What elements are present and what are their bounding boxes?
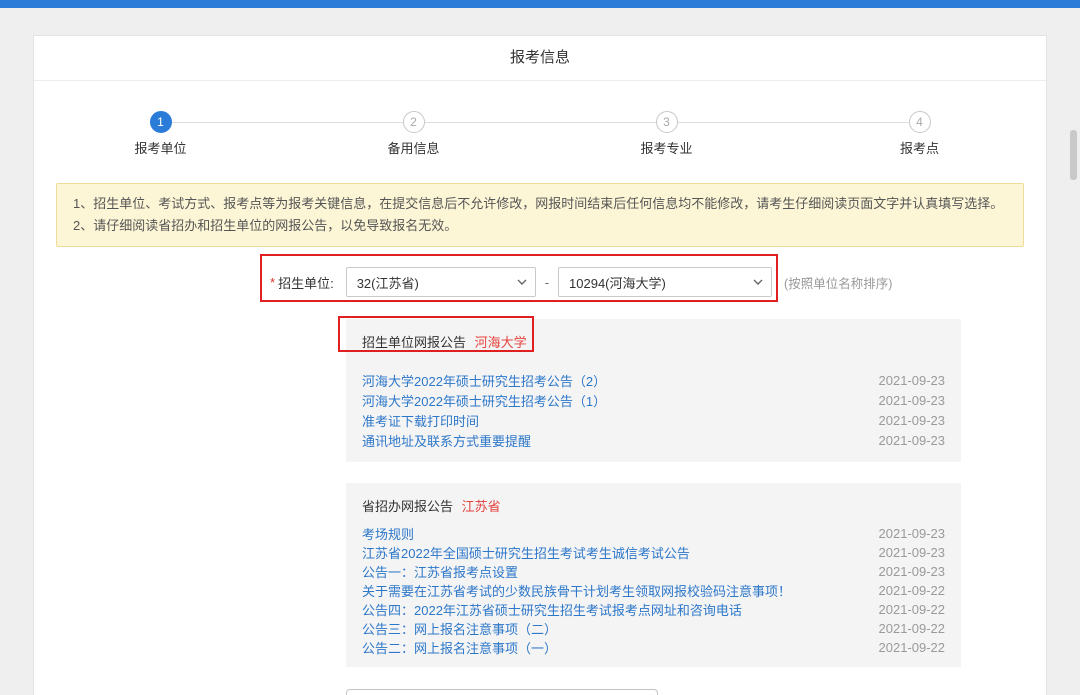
unit-select-value: 10294(河海大学) <box>569 275 666 291</box>
application-info-card: 报考信息 1 报考单位 2 备用信息 3 报考专业 4 报考点 1、招生单位、考… <box>33 35 1047 695</box>
list-item: 公告四：2022年江苏省硕士研究生招生考试报考点网址和咨询电话 2021-09-… <box>362 600 945 619</box>
list-item: 公告三：网上报名注意事项（二） 2021-09-22 <box>362 619 945 638</box>
notice-date: 2021-09-22 <box>878 621 946 636</box>
notice-link[interactable]: 公告四：2022年江苏省硕士研究生招生考试报考点网址和咨询电话 <box>362 600 742 619</box>
notice-date: 2021-09-23 <box>878 564 946 579</box>
list-item: 考场规则 2021-09-23 <box>362 524 945 543</box>
list-item: 准考证下载打印时间 2021-09-23 <box>362 410 945 430</box>
list-item: 公告一：江苏省报考点设置 2021-09-23 <box>362 562 945 581</box>
province-notices-panel: 省招办网报公告 江苏省 考场规则 2021-09-23 江苏省2022年全国硕士… <box>346 483 961 667</box>
sort-order-hint: (按照单位名称排序) <box>784 276 893 291</box>
notice-date: 2021-09-23 <box>878 526 946 541</box>
chevron-down-icon <box>517 279 527 285</box>
step-1-unit: 1 报考单位 <box>34 111 287 157</box>
list-item: 关于需要在江苏省考试的少数民族骨干计划考生领取网报校验码注意事项！ 2021-0… <box>362 581 945 600</box>
select-separator: - <box>544 274 550 290</box>
unit-notices-list: 河海大学2022年硕士研究生招考公告（2） 2021-09-23 河海大学202… <box>362 370 945 450</box>
notice-date: 2021-09-23 <box>878 432 946 448</box>
unit-select-label: 招生单位: <box>278 275 334 291</box>
list-item: 河海大学2022年硕士研究生招考公告（2） 2021-09-23 <box>362 370 945 390</box>
notice-link[interactable]: 公告二：网上报名注意事项（一） <box>362 638 557 657</box>
next-section-partial <box>346 689 658 695</box>
province-notices-title-text: 省招办网报公告 <box>362 499 454 514</box>
page: 报考信息 1 报考单位 2 备用信息 3 报考专业 4 报考点 1、招生单位、考… <box>0 0 1080 695</box>
step-2-backup-info: 2 备用信息 <box>287 111 540 157</box>
province-notices-title-highlight: 江苏省 <box>461 499 501 514</box>
notice-link[interactable]: 公告三：网上报名注意事项（二） <box>362 619 557 638</box>
unit-notices-title-text: 招生单位网报公告 <box>362 335 467 350</box>
notice-link[interactable]: 河海大学2022年硕士研究生招考公告（2） <box>362 371 606 390</box>
list-item: 通讯地址及联系方式重要提醒 2021-09-23 <box>362 430 945 450</box>
step-4-label: 报考点 <box>899 141 939 156</box>
notice-link[interactable]: 公告一：江苏省报考点设置 <box>362 562 518 581</box>
stepper: 1 报考单位 2 备用信息 3 报考专业 4 报考点 <box>34 111 1046 157</box>
step-3-label: 报考专业 <box>640 141 693 156</box>
province-notices-title: 省招办网报公告 江苏省 <box>362 497 945 516</box>
notice-date: 2021-09-23 <box>878 545 946 560</box>
list-item: 河海大学2022年硕士研究生招考公告（1） 2021-09-23 <box>362 390 945 410</box>
page-title: 报考信息 <box>34 36 1046 81</box>
notice-link[interactable]: 准考证下载打印时间 <box>362 411 479 430</box>
step-4-circle: 4 <box>908 111 931 133</box>
notice-link[interactable]: 关于需要在江苏省考试的少数民族骨干计划考生领取网报校验码注意事项！ <box>362 581 791 600</box>
unit-notices-title: 招生单位网报公告 河海大学 <box>362 333 945 352</box>
notice-date: 2021-09-22 <box>878 583 946 598</box>
province-select-value: 32(江苏省) <box>356 275 419 291</box>
top-bar <box>0 0 1080 8</box>
notice-line-1: 1、招生单位、考试方式、报考点等为报考关键信息，在提交信息后不允许修改，网报时间… <box>73 196 1004 211</box>
notice-link[interactable]: 通讯地址及联系方式重要提醒 <box>362 431 531 450</box>
required-mark: * <box>270 274 276 290</box>
province-notices-list: 考场规则 2021-09-23 江苏省2022年全国硕士研究生招生考试考生诚信考… <box>362 524 945 657</box>
notice-date: 2021-09-23 <box>878 372 946 388</box>
notice-link[interactable]: 考场规则 <box>362 524 414 543</box>
step-1-label: 报考单位 <box>134 141 187 156</box>
unit-notices-title-highlight: 河海大学 <box>474 335 527 350</box>
notice-line-2: 2、请仔细阅读省招办和招生单位的网报公告，以免导致报名无效。 <box>73 218 458 233</box>
notice-link[interactable]: 河海大学2022年硕士研究生招考公告（1） <box>362 391 606 410</box>
notice-box: 1、招生单位、考试方式、报考点等为报考关键信息，在提交信息后不允许修改，网报时间… <box>56 183 1024 247</box>
step-1-circle: 1 <box>149 111 172 133</box>
unit-form-row: * 招生单位: 32(江苏省) - 10294(河海大学) (按照单位名称排序) <box>34 267 1046 297</box>
chevron-down-icon <box>753 279 763 285</box>
scrollbar-thumb[interactable] <box>1070 130 1077 180</box>
list-item: 江苏省2022年全国硕士研究生招生考试考生诚信考试公告 2021-09-23 <box>362 543 945 562</box>
notice-date: 2021-09-23 <box>878 392 946 408</box>
notice-date: 2021-09-23 <box>878 412 946 428</box>
notice-date: 2021-09-22 <box>878 640 946 655</box>
notice-date: 2021-09-22 <box>878 602 946 617</box>
step-3-circle: 3 <box>655 111 678 133</box>
list-item: 公告二：网上报名注意事项（一） 2021-09-22 <box>362 638 945 657</box>
province-select[interactable]: 32(江苏省) <box>345 267 536 297</box>
step-2-circle: 2 <box>402 111 425 133</box>
notice-link[interactable]: 江苏省2022年全国硕士研究生招生考试考生诚信考试公告 <box>362 543 690 562</box>
step-3-major: 3 报考专业 <box>540 111 793 157</box>
unit-notices-panel: 招生单位网报公告 河海大学 河海大学2022年硕士研究生招考公告（2） 2021… <box>346 319 961 462</box>
unit-select[interactable]: 10294(河海大学) <box>558 267 773 297</box>
step-2-label: 备用信息 <box>387 141 440 156</box>
step-4-exam-site: 4 报考点 <box>793 111 1046 157</box>
